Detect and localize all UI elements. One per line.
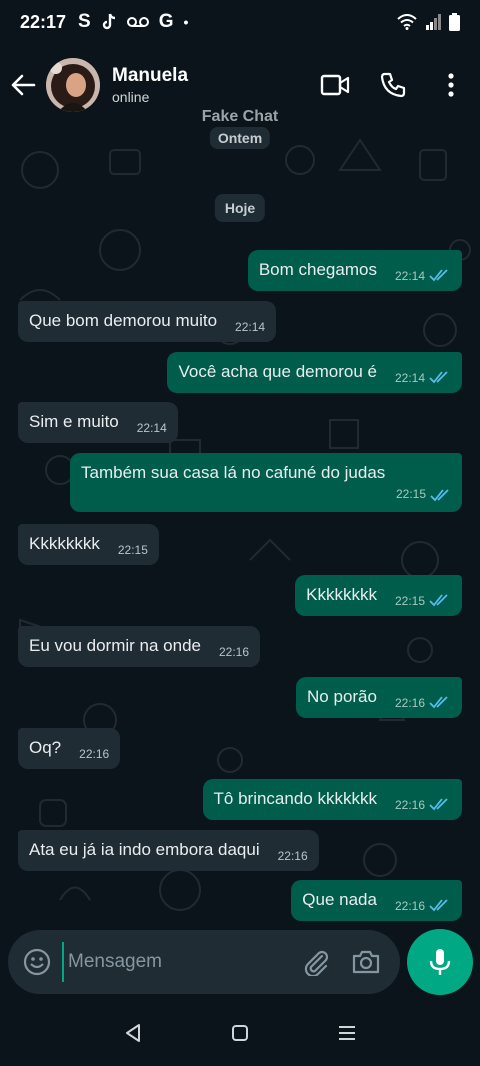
message-outgoing[interactable]: Também sua casa lá no cafuné do judas 22… [70,453,462,512]
recents-nav-icon [338,1026,355,1040]
message-text: Eu vou dormir na onde [29,636,201,655]
camera-icon [352,950,380,974]
message-text: No porão [307,687,377,706]
paperclip-icon [304,950,329,976]
message-incoming[interactable]: Sim e muito 22:14 [18,402,178,443]
message-time: 22:14 [394,269,425,283]
message-text: Sim e muito [29,412,119,431]
read-ticks-icon [429,594,448,607]
message-time: 22:15 [394,594,425,608]
message-text: Tô brincando kkkkkkk [213,789,377,808]
message-time: 22:15 [117,543,148,557]
message-text: Kkkkkkkk [306,585,377,604]
attach-button[interactable] [296,942,336,982]
message-text: Ata eu já ia indo embora daqui [29,840,260,859]
nav-home-button[interactable] [220,1013,260,1053]
read-ticks-icon [429,798,448,811]
nav-back-button[interactable] [113,1013,153,1053]
message-text: Oq? [29,738,62,757]
message-time: 22:14 [235,320,266,334]
message-text: Bom chegamos [258,260,377,279]
message-composer: Mensagem [8,930,400,994]
chat-screen: 22:17 S G • Manuela online Fake Chat Ont… [0,0,480,1066]
system-nav-bar [0,1000,480,1066]
message-time: 22:16 [394,696,425,710]
message-incoming[interactable]: Ata eu já ia indo embora daqui 22:16 [18,830,319,871]
message-time: 22:16 [277,849,308,863]
message-text: Que nada [302,890,377,909]
read-ticks-icon [429,696,448,709]
read-ticks-icon [429,899,448,912]
message-outgoing[interactable]: Kkkkkkkk 22:15 [295,575,462,616]
message-time: 22:16 [79,747,110,761]
camera-button[interactable] [346,942,386,982]
message-time: 22:14 [394,371,425,385]
message-outgoing[interactable]: Tô brincando kkkkkkk 22:16 [202,779,462,820]
message-time: 22:16 [219,645,250,659]
message-input[interactable]: Mensagem [62,942,286,982]
microphone-icon [429,949,451,975]
message-time: 22:14 [136,421,167,435]
message-outgoing[interactable]: Você acha que demorou é 22:14 [167,352,462,393]
message-incoming[interactable]: Que bom demorou muito 22:14 [18,301,277,342]
message-list: Bom chegamos 22:14 Que bom demorou muito 2… [0,0,480,930]
message-incoming[interactable]: Kkkkkkkk 22:15 [18,524,159,565]
message-time: 22:16 [394,798,425,812]
message-outgoing[interactable]: Que nada 22:16 [291,880,462,921]
message-text: Kkkkkkkk [29,534,100,553]
message-time: 22:15 [395,487,426,501]
back-nav-icon [126,1024,141,1042]
message-outgoing[interactable]: No porão 22:16 [296,677,462,718]
message-text: Você acha que demorou é [178,362,377,381]
nav-recents-button[interactable] [327,1013,367,1053]
read-ticks-icon [429,371,448,384]
message-meta: 22:15 [378,483,452,505]
home-nav-icon [231,1025,248,1041]
voice-record-button[interactable] [407,929,473,995]
emoji-icon [23,948,51,976]
message-text: Que bom demorou muito [29,311,218,330]
message-outgoing[interactable]: Bom chegamos 22:14 [247,250,462,291]
read-ticks-icon [429,269,448,282]
read-ticks-icon [430,489,449,502]
message-incoming[interactable]: Oq? 22:16 [18,728,121,769]
message-incoming[interactable]: Eu vou dormir na onde 22:16 [18,626,261,667]
message-text: Também sua casa lá no cafuné do judas [81,463,386,482]
emoji-button[interactable] [22,947,52,977]
message-time: 22:16 [394,899,425,913]
